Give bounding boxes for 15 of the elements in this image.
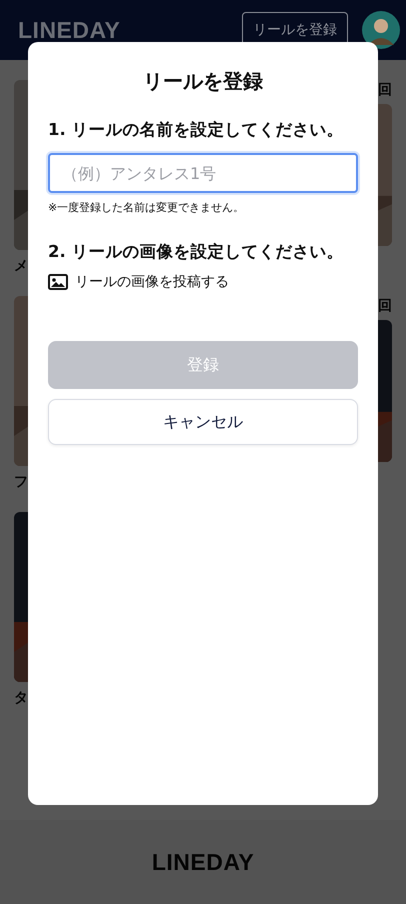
- avatar-icon[interactable]: [362, 11, 400, 49]
- card-title: 回: [378, 81, 392, 100]
- upload-image-link[interactable]: リールの画像を投稿する: [48, 273, 229, 291]
- logo[interactable]: LINEDAY: [18, 16, 120, 44]
- section-heading: 2. リールの画像を設定してください。: [48, 241, 344, 263]
- card-title: フ: [14, 473, 28, 492]
- modal-title: リールを登録: [142, 68, 264, 95]
- section-heading: 1. リールの名前を設定してください。: [48, 119, 344, 141]
- name-input-field[interactable]: （例）アンタレス1号: [48, 153, 358, 193]
- image-icon: [48, 274, 68, 290]
- cancel-button[interactable]: キャンセル: [48, 399, 358, 445]
- card-title: 回: [378, 297, 392, 316]
- card-title: メ: [14, 257, 28, 276]
- note-text: ※一度登録した名前は変更できません。: [48, 200, 246, 215]
- card-title: タ: [14, 689, 28, 708]
